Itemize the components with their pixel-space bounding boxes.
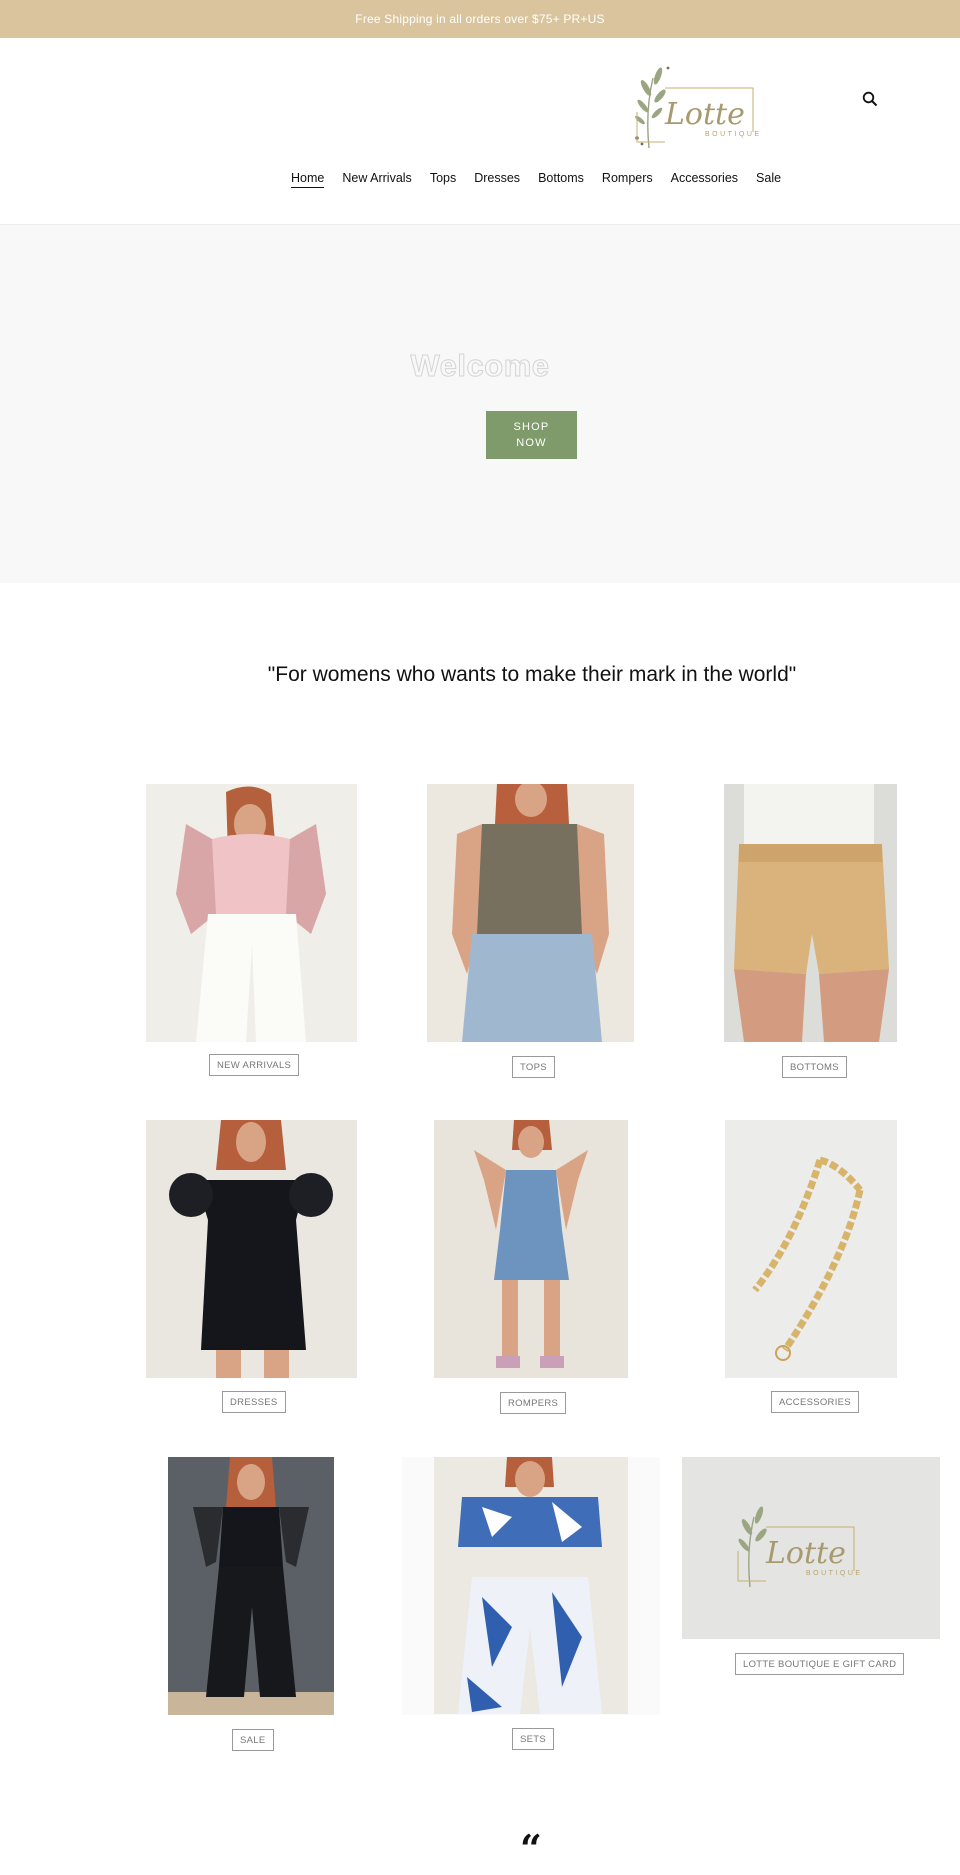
svg-text:BOUTIQUE: BOUTIQUE — [705, 131, 762, 138]
announcement-text: Free Shipping in all orders over $75+ PR… — [355, 12, 605, 26]
nav-bottoms[interactable]: Bottoms — [538, 171, 584, 188]
collection-image-rompers[interactable] — [434, 1120, 628, 1378]
site-header: Lotte BOUTIQUE Home New Arrivals Tops Dr… — [0, 38, 960, 225]
collection-image-bottoms[interactable] — [724, 784, 897, 1042]
nav-tops[interactable]: Tops — [430, 171, 456, 188]
collection-image-new-arrivals[interactable] — [146, 784, 357, 1042]
collection-image-sets[interactable] — [402, 1457, 660, 1715]
nav-dresses[interactable]: Dresses — [474, 171, 520, 188]
brand-logo[interactable]: Lotte BOUTIQUE — [625, 58, 765, 158]
hero-banner: Welcome SHOP NOW — [0, 225, 960, 583]
logo-artwork: Lotte BOUTIQUE — [635, 66, 762, 149]
collection-image-tops[interactable] — [427, 784, 634, 1042]
svg-text:Lotte: Lotte — [664, 97, 745, 132]
hero-title: Welcome — [410, 348, 550, 384]
svg-text:Lotte: Lotte — [765, 1536, 846, 1571]
collection-image-gift-card[interactable]: Lotte BOUTIQUE — [682, 1457, 940, 1639]
nav-home[interactable]: Home — [291, 171, 325, 188]
collection-label-gift-card[interactable]: LOTTE BOUTIQUE E GIFT CARD — [735, 1653, 905, 1675]
shop-now-button[interactable]: SHOP NOW — [486, 411, 577, 459]
nav-accessories[interactable]: Accessories — [671, 171, 738, 188]
collection-label-accessories[interactable]: ACCESSORIES — [771, 1391, 859, 1413]
collection-image-accessories[interactable] — [725, 1120, 897, 1378]
collection-label-rompers[interactable]: ROMPERS — [500, 1392, 567, 1414]
collection-label-sets[interactable]: SETS — [512, 1728, 555, 1750]
quote-icon: “ — [520, 1826, 542, 1871]
collection-label-sale[interactable]: SALE — [232, 1729, 274, 1751]
collection-label-new-arrivals[interactable]: NEW ARRIVALS — [209, 1054, 300, 1076]
search-button[interactable] — [858, 87, 882, 111]
collection-label-dresses[interactable]: DRESSES — [222, 1391, 286, 1413]
collection-label-tops[interactable]: TOPS — [512, 1056, 555, 1078]
main-nav: Home New Arrivals Tops Dresses Bottoms R… — [0, 171, 960, 188]
search-icon — [862, 91, 878, 107]
brand-tagline: "For womens who wants to make their mark… — [267, 663, 797, 686]
nav-new-arrivals[interactable]: New Arrivals — [342, 171, 411, 188]
nav-sale[interactable]: Sale — [756, 171, 781, 188]
collection-label-bottoms[interactable]: BOTTOMS — [782, 1056, 847, 1078]
svg-text:BOUTIQUE: BOUTIQUE — [806, 1570, 863, 1577]
collection-image-dresses[interactable] — [146, 1120, 357, 1378]
nav-rompers[interactable]: Rompers — [602, 171, 653, 188]
announcement-bar: Free Shipping in all orders over $75+ PR… — [0, 0, 960, 38]
collection-image-sale[interactable] — [168, 1457, 334, 1715]
